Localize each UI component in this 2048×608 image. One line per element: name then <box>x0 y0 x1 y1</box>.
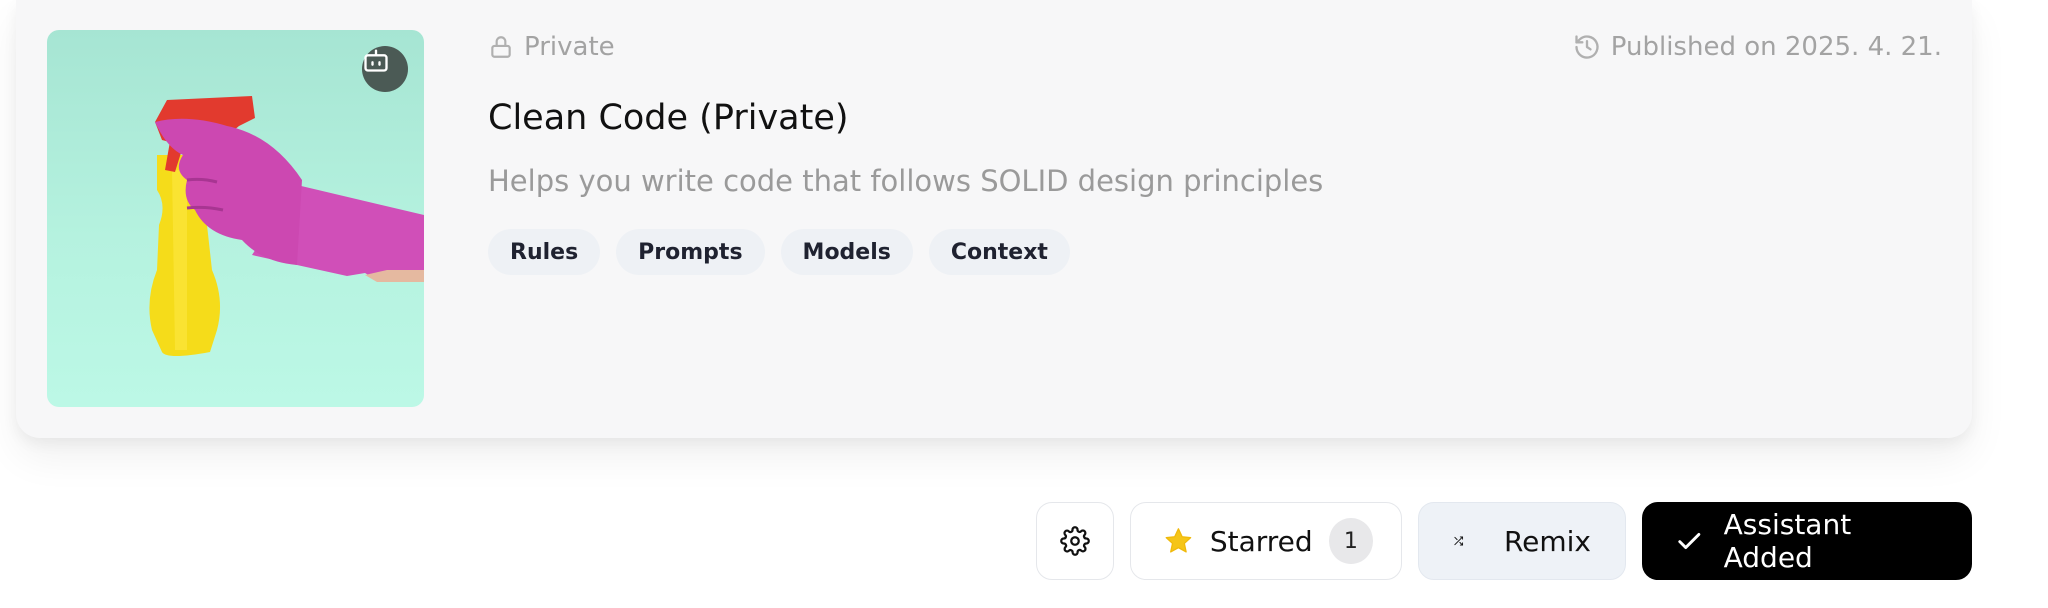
lock-icon <box>491 36 511 58</box>
assistant-title: Clean Code (Private) <box>488 98 849 138</box>
published-label: Published on 2025. 4. 21. <box>1610 32 1942 62</box>
shuffle-icon <box>1454 536 1464 546</box>
visibility-label: Private <box>524 32 615 62</box>
tag-prompts[interactable]: Prompts <box>616 229 765 275</box>
assistant-card: Private Published on 2025. 4. 21. Clean … <box>16 0 1972 438</box>
assistant-added-label: Assistant Added <box>1723 508 1852 574</box>
star-icon <box>1165 528 1192 553</box>
starred-button[interactable]: Starred 1 <box>1130 502 1402 580</box>
starred-label: Starred <box>1209 524 1313 558</box>
visibility-indicator: Private <box>488 32 615 62</box>
star-count-badge: 1 <box>1328 518 1373 564</box>
tag-rules[interactable]: Rules <box>488 229 601 275</box>
remix-button[interactable]: Remix <box>1418 502 1626 580</box>
assistant-added-button[interactable]: Assistant Added <box>1642 502 1972 580</box>
gear-icon <box>1060 526 1090 556</box>
history-icon <box>1575 35 1599 59</box>
settings-button[interactable] <box>1036 502 1114 580</box>
remix-label: Remix <box>1503 524 1591 558</box>
robot-icon <box>362 46 408 92</box>
tag-context[interactable]: Context <box>928 229 1070 275</box>
assistant-thumbnail <box>47 30 424 407</box>
action-bar: Starred 1 Remix Assistant Added <box>1036 502 1972 580</box>
assistant-description: Helps you write code that follows SOLID … <box>488 164 1324 198</box>
tag-list: Rules Prompts Models Context <box>488 229 1070 275</box>
published-date: Published on 2025. 4. 21. <box>1573 32 1942 62</box>
tag-models[interactable]: Models <box>780 229 913 275</box>
check-icon <box>1678 533 1701 549</box>
spray-bottle-illustration <box>149 96 424 356</box>
